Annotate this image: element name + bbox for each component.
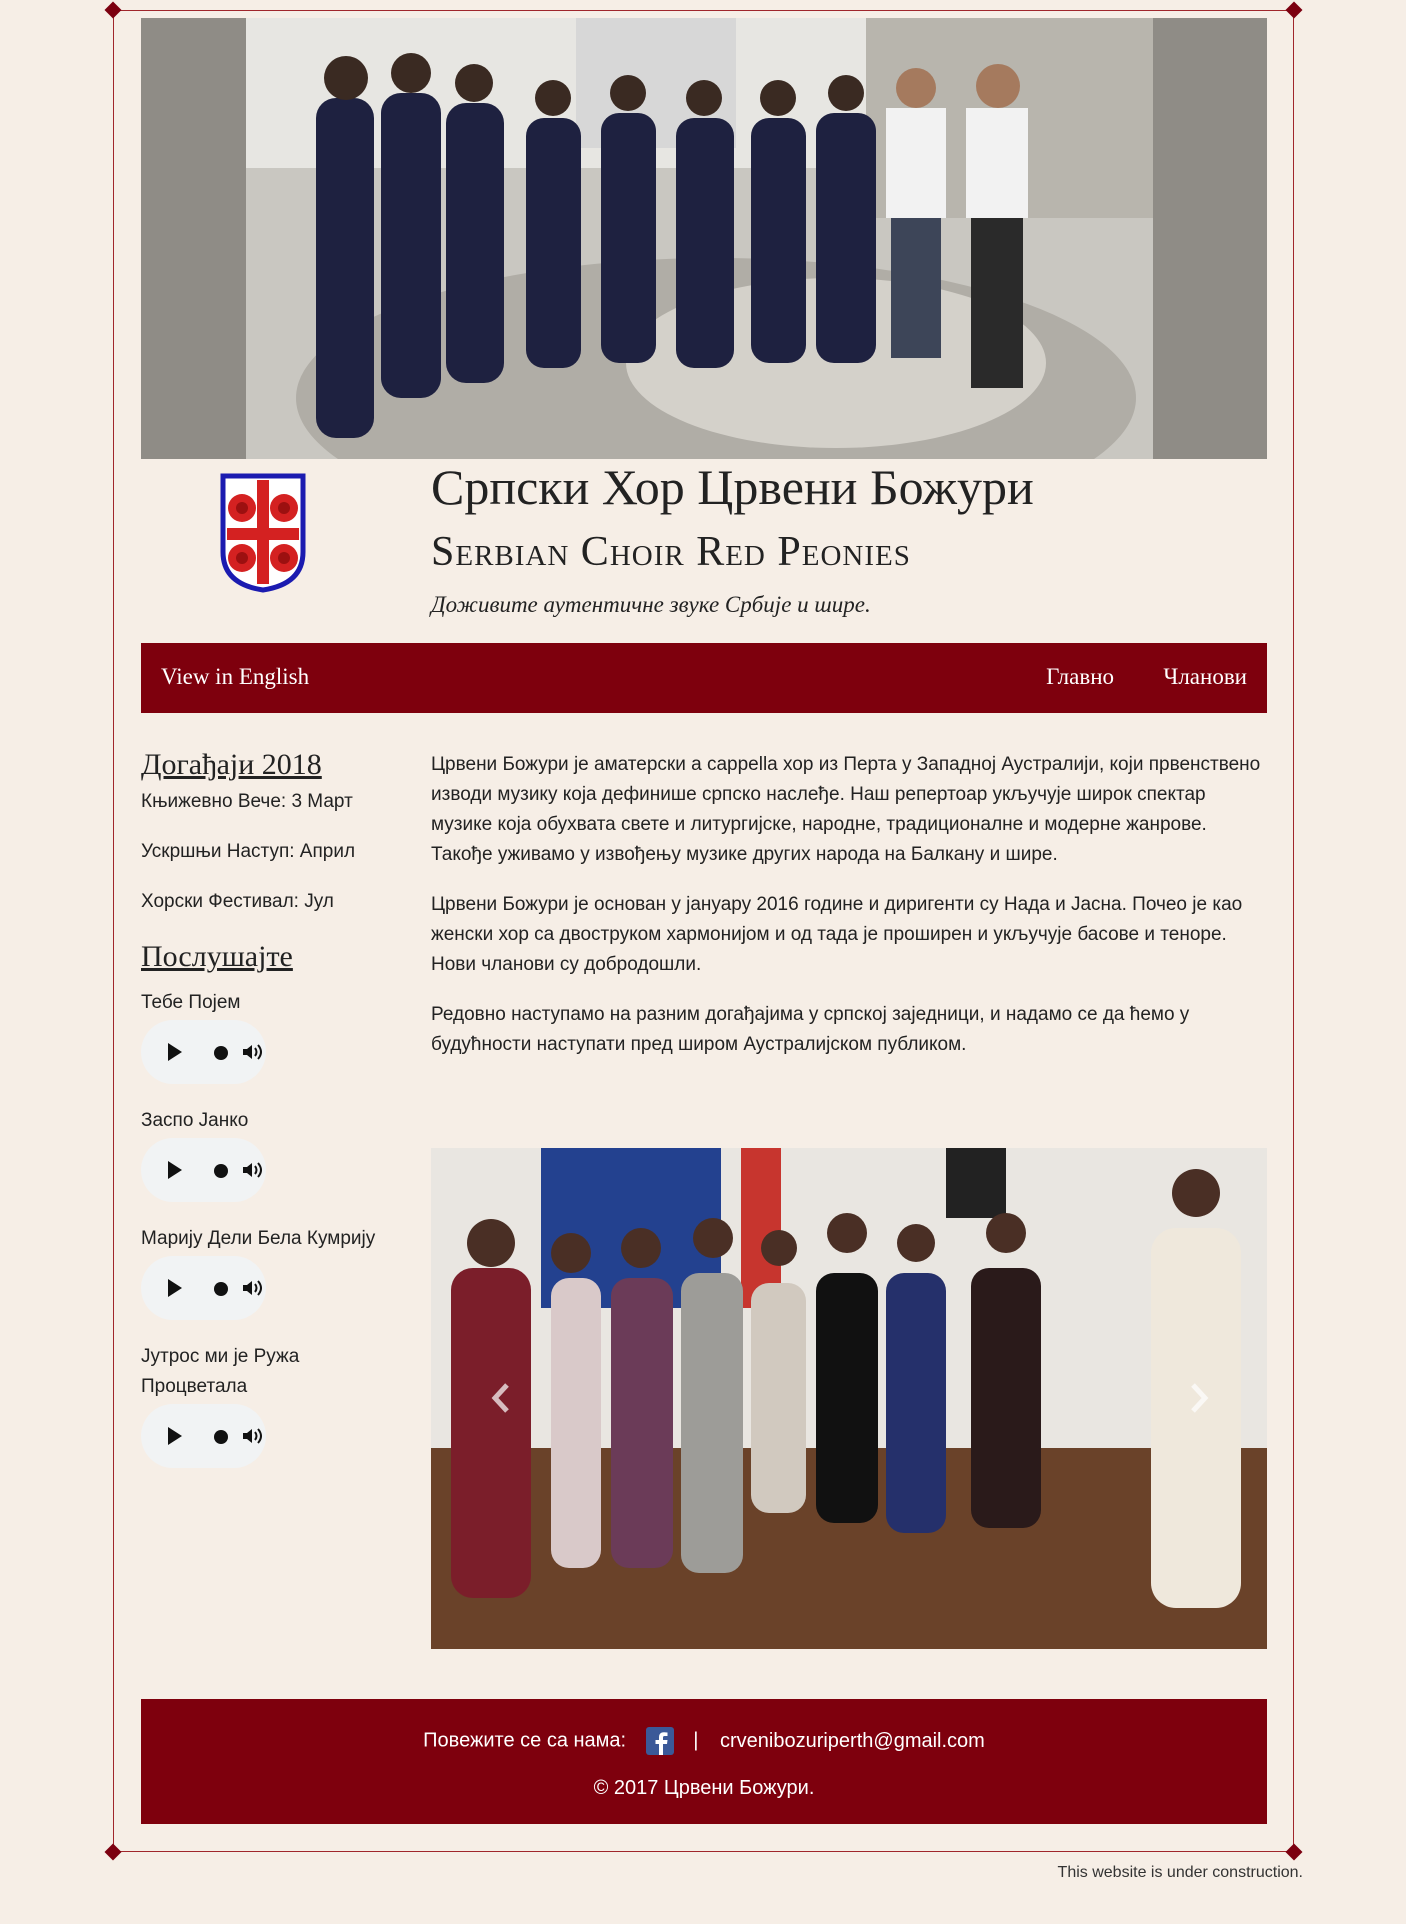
nav-item-members[interactable]: Чланови [1163,664,1247,690]
audio-player[interactable] [141,1020,266,1084]
song-title: Јутрос ми је Ружа Процветала [141,1346,300,1397]
choir-crest-logo [220,473,306,593]
email-link[interactable]: crvenibozuriperth@gmail.com [720,1730,985,1752]
play-icon[interactable] [168,1161,182,1179]
song-title: Тебе Појем [141,992,241,1013]
choir-group-photo [246,18,1153,459]
main-content: Црвени Божури је аматерски a cappella хо… [431,750,1261,1080]
main-navbar: View in English Главно Чланови [141,643,1267,713]
site-footer: Повежите се са нама: | crvenibozuriperth… [141,1699,1267,1824]
song-title: Марију Дели Бела Кумрију [141,1228,376,1249]
site-title-serbian: Српски Хор Црвени Божури [431,459,1034,515]
play-icon[interactable] [168,1427,182,1445]
volume-icon[interactable] [240,1158,264,1182]
event-item: Књижевно Вече: 3 Март [141,791,353,812]
progress-thumb[interactable] [214,1282,228,1296]
sidebar: Догађаји 2018 Књижевно Вече: 3 Март Ускр… [141,748,391,1490]
chevron-right-icon[interactable] [1179,1373,1219,1423]
site-tagline: Доживите аутентичне звуке Србије и шире. [431,592,871,617]
play-icon[interactable] [168,1043,182,1061]
audio-player[interactable] [141,1138,266,1202]
volume-icon[interactable] [240,1040,264,1064]
progress-thumb[interactable] [214,1164,228,1178]
choir-performance-photo [431,1148,1267,1649]
audio-player[interactable] [141,1404,266,1468]
nav-view-in-english[interactable]: View in English [161,664,309,690]
events-heading: Догађаји 2018 [141,748,322,781]
copyright: © 2017 Црвени Божури. [593,1777,815,1799]
volume-icon[interactable] [240,1276,264,1300]
hero-banner [141,18,1267,459]
facebook-icon[interactable] [645,1726,674,1755]
audio-player[interactable] [141,1256,266,1320]
history-paragraph: Црвени Божури је основан у јануару 2016 … [431,894,1243,975]
footer-separator: | [693,1729,699,1752]
photo-carousel[interactable] [431,1148,1267,1649]
footer-contact: Повежите се са нама: | crvenibozuriperth… [141,1726,1267,1755]
performances-paragraph: Редовно наступамо на разним догађајима у… [431,1004,1190,1055]
event-item: Ускршњи Наступ: Април [141,841,356,862]
progress-thumb[interactable] [214,1430,228,1444]
play-icon[interactable] [168,1279,182,1297]
chevron-left-icon[interactable] [481,1373,521,1423]
site-title-english: Serbian Choir Red Peonies [431,529,911,575]
listen-heading: Послушајте [141,940,293,973]
connect-label: Повежите се са нама: [423,1729,627,1752]
intro-paragraph: Црвени Божури је аматерски a cappella хо… [431,754,1261,865]
volume-icon[interactable] [240,1424,264,1448]
nav-item-home[interactable]: Главно [1046,664,1114,690]
construction-notice: This website is under construction. [1057,1864,1303,1881]
song-title: Заспо Јанко [141,1110,249,1131]
progress-thumb[interactable] [214,1046,228,1060]
event-item: Хорски Фестивал: Јул [141,891,334,912]
